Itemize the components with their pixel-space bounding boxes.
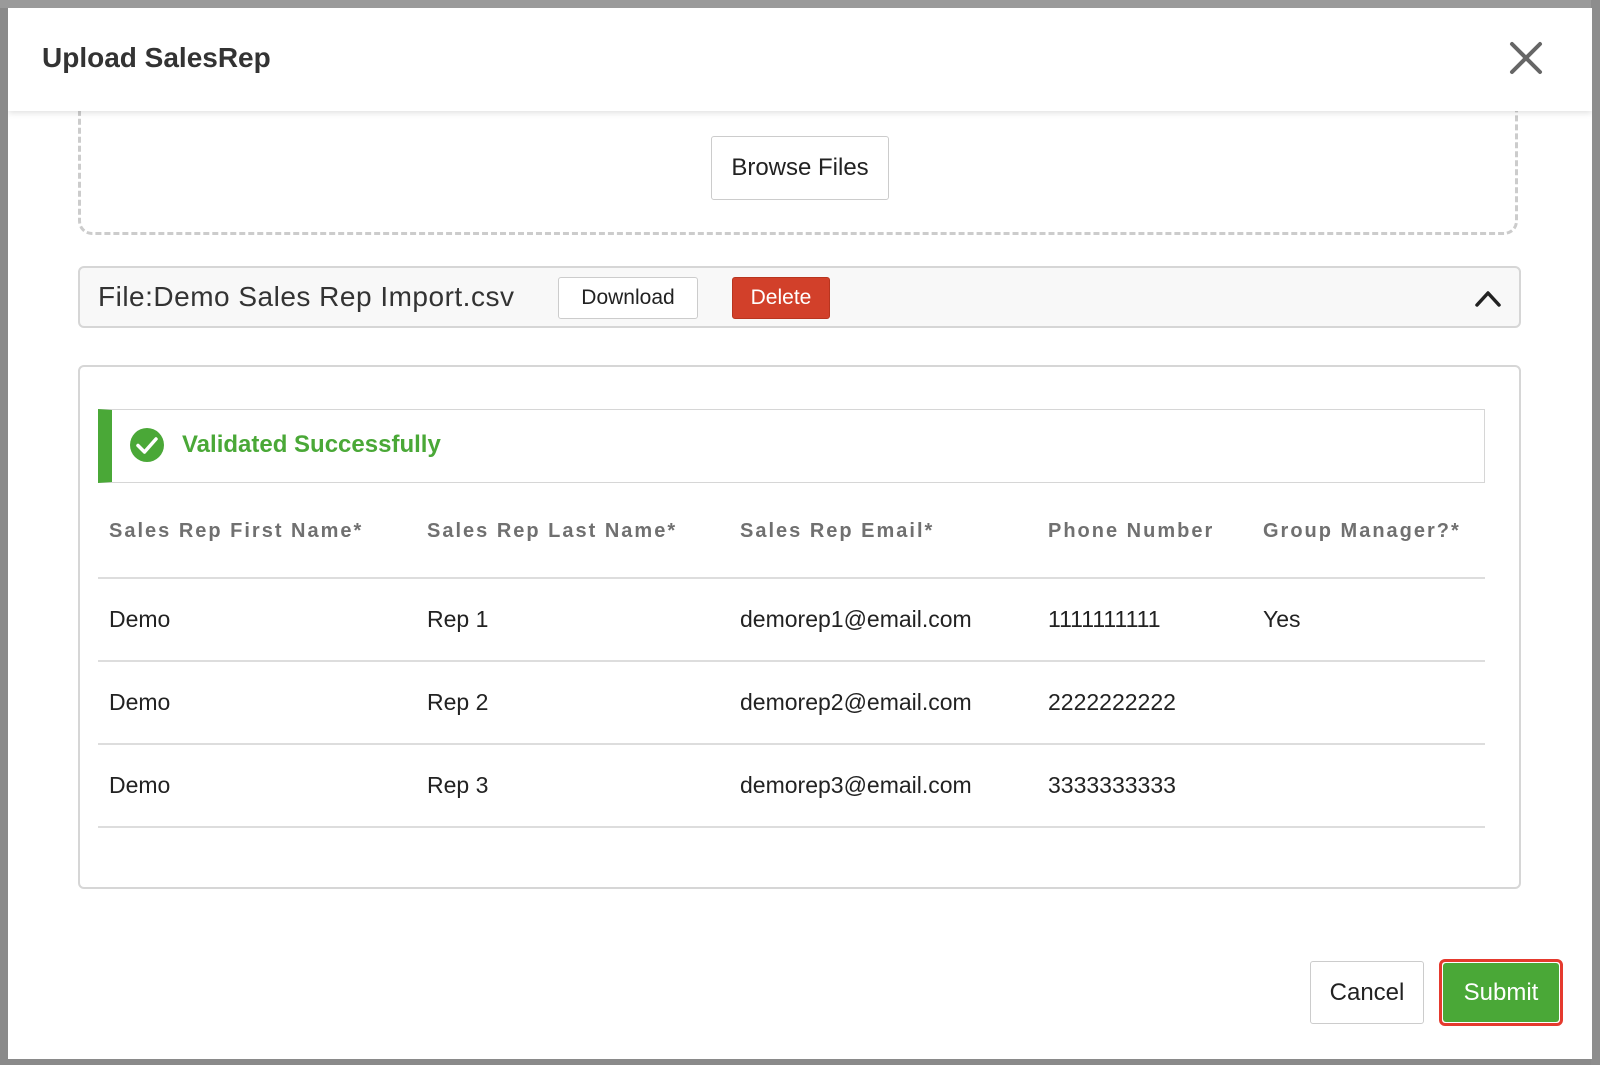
validation-results-panel: Validated Successfully Sales Rep First N… bbox=[78, 365, 1521, 889]
cell-phone-number: 3333333333 bbox=[1037, 744, 1252, 828]
table-row: Demo Rep 1 demorep1@email.com 1111111111… bbox=[98, 578, 1485, 662]
close-icon[interactable] bbox=[1506, 38, 1546, 78]
cell-last-name: Rep 2 bbox=[416, 661, 729, 745]
cell-phone-number: 2222222222 bbox=[1037, 661, 1252, 745]
header-phone-number: Phone Number bbox=[1037, 485, 1252, 579]
cell-email: demorep2@email.com bbox=[729, 661, 1037, 745]
modal-header: Upload SalesRep bbox=[8, 8, 1592, 111]
cell-first-name: Demo bbox=[98, 661, 416, 745]
browse-files-button[interactable]: Browse Files bbox=[711, 136, 889, 200]
uploaded-file-bar: File:Demo Sales Rep Import.csv Download … bbox=[78, 266, 1521, 328]
validation-success-banner: Validated Successfully bbox=[98, 409, 1485, 483]
cell-group-manager bbox=[1252, 661, 1485, 745]
table-header-row: Sales Rep First Name* Sales Rep Last Nam… bbox=[98, 485, 1485, 579]
file-name-label: File:Demo Sales Rep Import.csv bbox=[98, 281, 515, 312]
delete-button[interactable]: Delete bbox=[732, 277, 830, 319]
cell-group-manager bbox=[1252, 744, 1485, 828]
submit-button[interactable]: Submit bbox=[1443, 963, 1559, 1022]
cell-first-name: Demo bbox=[98, 744, 416, 828]
cell-phone-number: 1111111111 bbox=[1037, 578, 1252, 662]
cell-last-name: Rep 1 bbox=[416, 578, 729, 662]
cell-group-manager: Yes bbox=[1252, 578, 1485, 662]
header-first-name: Sales Rep First Name* bbox=[98, 485, 416, 579]
download-button[interactable]: Download bbox=[558, 277, 698, 319]
cancel-button[interactable]: Cancel bbox=[1310, 961, 1424, 1024]
cell-last-name: Rep 3 bbox=[416, 744, 729, 828]
check-circle-icon bbox=[129, 427, 165, 463]
cell-email: demorep3@email.com bbox=[729, 744, 1037, 828]
cell-email: demorep1@email.com bbox=[729, 578, 1037, 662]
validation-message: Validated Successfully bbox=[182, 431, 441, 458]
modal-title: Upload SalesRep bbox=[42, 42, 271, 73]
table-row: Demo Rep 3 demorep3@email.com 3333333333 bbox=[98, 744, 1485, 828]
table-row: Demo Rep 2 demorep2@email.com 2222222222 bbox=[98, 661, 1485, 745]
salesrep-preview-table: Sales Rep First Name* Sales Rep Last Nam… bbox=[98, 485, 1485, 828]
background-app-edge bbox=[1591, 0, 1600, 1065]
background-app-navbar bbox=[0, 0, 1600, 8]
header-email: Sales Rep Email* bbox=[729, 485, 1037, 579]
cell-first-name: Demo bbox=[98, 578, 416, 662]
chevron-up-icon[interactable] bbox=[1473, 284, 1503, 312]
header-group-manager: Group Manager?* bbox=[1252, 485, 1485, 579]
upload-salesrep-modal: Browse Files Upload SalesRep File:Demo S… bbox=[8, 8, 1592, 1059]
header-last-name: Sales Rep Last Name* bbox=[416, 485, 729, 579]
